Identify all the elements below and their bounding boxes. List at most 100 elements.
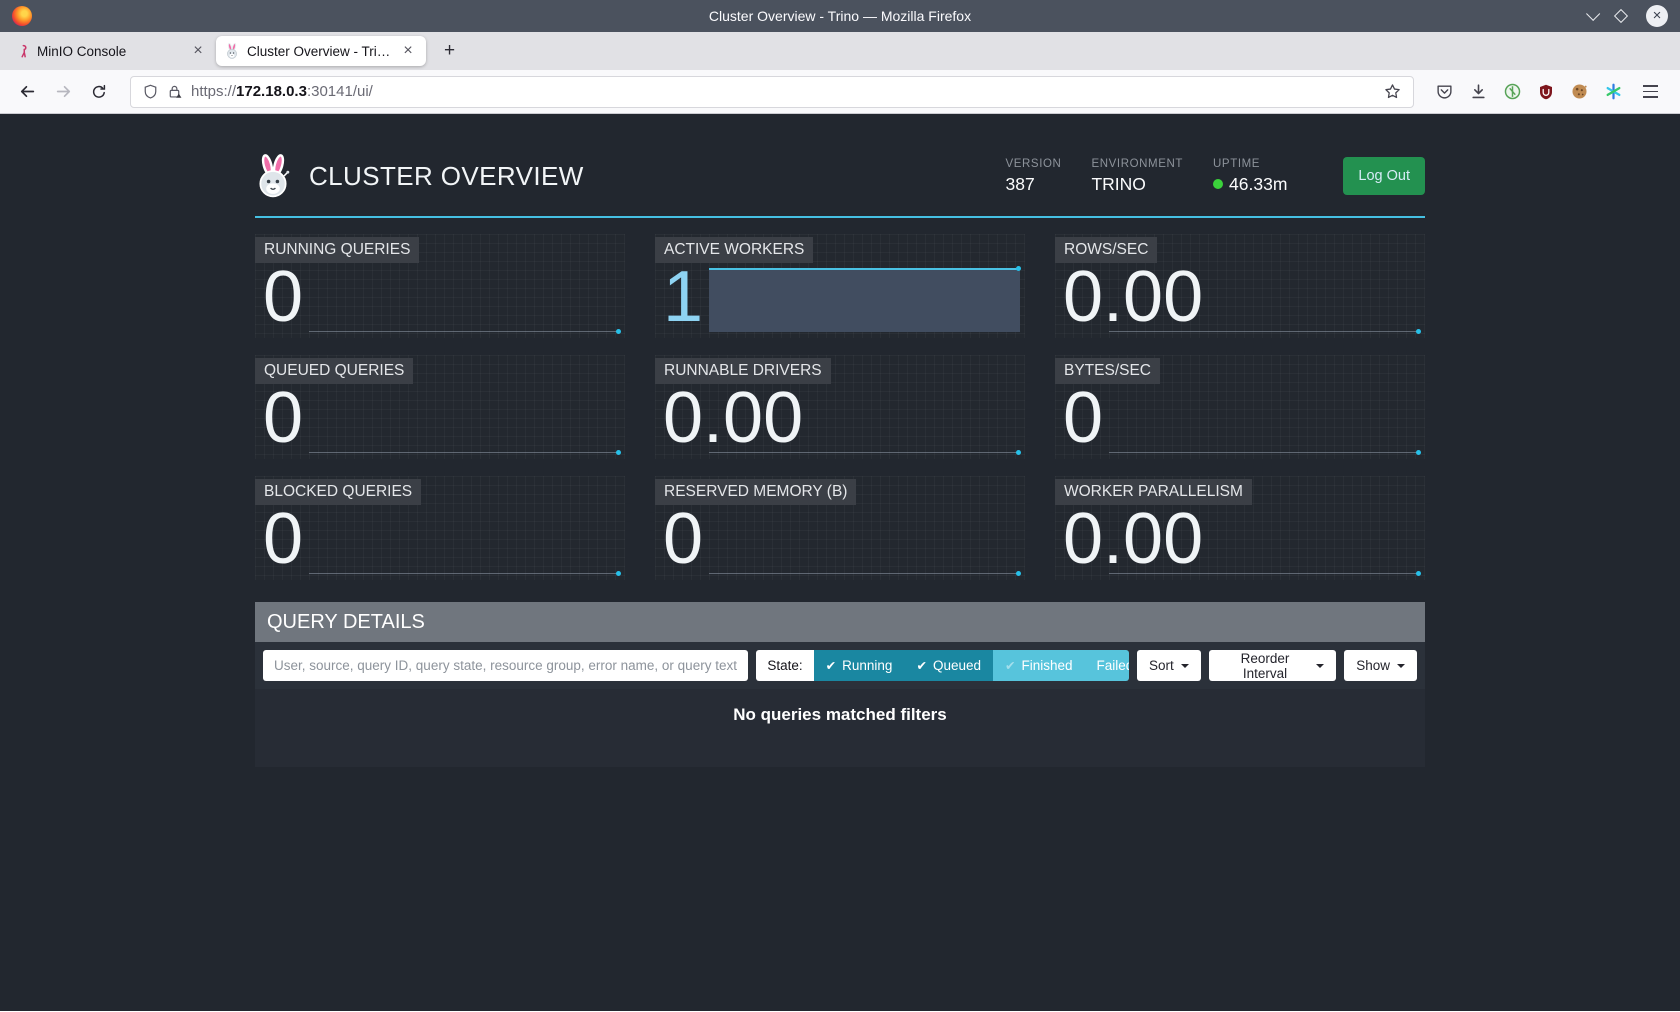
tab-label: Cluster Overview - Trino xyxy=(247,44,391,59)
check-icon xyxy=(1005,658,1015,673)
sparkline xyxy=(309,452,620,453)
stat-value: 0.00 xyxy=(1063,506,1203,572)
window-title: Cluster Overview - Trino — Mozilla Firef… xyxy=(0,8,1680,24)
tracking-shield-icon[interactable] xyxy=(143,84,158,99)
stat-value: 0 xyxy=(263,264,303,330)
state-filter-running[interactable]: Running xyxy=(814,650,905,681)
version-block: VERSION 387 xyxy=(1005,158,1061,195)
sort-dropdown[interactable]: Sort xyxy=(1137,650,1201,681)
stat-value: 0.00 xyxy=(1063,264,1203,330)
sparkline-area xyxy=(709,268,1020,332)
show-dropdown[interactable]: Show xyxy=(1344,650,1417,681)
tab-bar: MinIO Console Cluster Overview - Trino xyxy=(0,32,1680,70)
extension-strip xyxy=(1430,81,1668,101)
query-details-title: QUERY DETAILS xyxy=(255,602,1425,642)
chevron-down-icon xyxy=(1181,664,1189,668)
environment-block: ENVIRONMENT TRINO xyxy=(1091,158,1183,195)
url-text: https://172.18.0.3:30141/ui/ xyxy=(191,83,373,100)
green-extension-icon[interactable] xyxy=(1504,83,1521,100)
pocket-icon[interactable] xyxy=(1436,83,1453,100)
stat-card-blocked-queries: BLOCKED QUERIES 0 xyxy=(255,476,625,580)
environment-value: TRINO xyxy=(1091,174,1183,195)
sparkline xyxy=(1109,573,1420,574)
sparkline-dot xyxy=(1416,329,1421,334)
chevron-down-icon xyxy=(1397,664,1405,668)
state-filter-failed-dropdown[interactable]: Failed xyxy=(1085,650,1130,681)
page-title: CLUSTER OVERVIEW xyxy=(309,161,584,192)
tab-close-icon[interactable] xyxy=(399,42,417,60)
tab-cluster-overview[interactable]: Cluster Overview - Trino xyxy=(216,36,426,66)
query-filter-toolbar: State: Running Queued Finished Faile xyxy=(255,642,1425,689)
sparkline-dot xyxy=(1416,571,1421,576)
sparkline-dot xyxy=(616,450,621,455)
colorful-asterisk-icon[interactable] xyxy=(1605,83,1622,100)
bookmark-star-icon[interactable] xyxy=(1384,83,1401,100)
connection-lock-icon[interactable] xyxy=(167,84,182,99)
check-icon xyxy=(916,658,926,673)
check-icon xyxy=(826,658,836,673)
stat-card-runnable-drivers: RUNNABLE DRIVERS 0.00 xyxy=(655,355,1025,459)
stat-card-bytes-sec: BYTES/SEC 0 xyxy=(1055,355,1425,459)
menu-hamburger-icon[interactable] xyxy=(1639,81,1662,101)
ublock-shield-icon[interactable] xyxy=(1538,84,1554,100)
sparkline xyxy=(309,573,620,574)
url-bar[interactable]: https://172.18.0.3:30141/ui/ xyxy=(130,76,1414,108)
state-filter-group: State: Running Queued Finished Faile xyxy=(756,650,1129,681)
window-close-button[interactable] xyxy=(1646,5,1668,27)
download-icon[interactable] xyxy=(1470,83,1487,100)
state-filter-finished[interactable]: Finished xyxy=(993,650,1085,681)
stat-value: 0 xyxy=(263,385,303,451)
stat-card-running-queries: RUNNING QUERIES 0 xyxy=(255,234,625,338)
sparkline xyxy=(309,331,620,332)
minio-flamingo-icon xyxy=(15,44,29,58)
empty-queries-message: No queries matched filters xyxy=(255,705,1425,725)
version-label: VERSION xyxy=(1005,158,1061,170)
sparkline xyxy=(709,452,1020,453)
stat-value: 0 xyxy=(263,506,303,572)
sparkline xyxy=(1109,452,1420,453)
tab-close-icon[interactable] xyxy=(189,42,207,60)
navigation-toolbar: https://172.18.0.3:30141/ui/ xyxy=(0,70,1680,114)
maximize-diamond-icon[interactable] xyxy=(1614,9,1628,23)
query-details-section: QUERY DETAILS State: Running Queued xyxy=(255,602,1425,767)
uptime-block: UPTIME 46.33m xyxy=(1213,158,1287,195)
version-value: 387 xyxy=(1005,174,1061,195)
trino-bunny-logo xyxy=(255,154,291,198)
window-titlebar: Cluster Overview - Trino — Mozilla Firef… xyxy=(0,0,1680,32)
environment-label: ENVIRONMENT xyxy=(1091,158,1183,170)
sparkline-dot xyxy=(616,329,621,334)
query-search-input[interactable] xyxy=(263,650,748,681)
sparkline-dot xyxy=(1016,571,1021,576)
cookie-icon[interactable] xyxy=(1571,83,1588,100)
stat-value-link[interactable]: 1 xyxy=(663,264,703,330)
trino-bunny-favicon xyxy=(225,43,239,59)
stat-card-active-workers: ACTIVE WORKERS 1 xyxy=(655,234,1025,338)
back-button[interactable] xyxy=(12,77,42,107)
forward-button[interactable] xyxy=(48,77,78,107)
stats-grid: RUNNING QUERIES 0 ACTIVE WORKERS 1 ROWS/… xyxy=(255,234,1425,580)
logout-button[interactable]: Log Out xyxy=(1343,157,1425,195)
stat-card-worker-parallelism: WORKER PARALLELISM 0.00 xyxy=(1055,476,1425,580)
sparkline xyxy=(1109,331,1420,332)
stat-card-rows-sec: ROWS/SEC 0.00 xyxy=(1055,234,1425,338)
tab-label: MinIO Console xyxy=(37,44,181,59)
reorder-interval-dropdown[interactable]: Reorder Interval xyxy=(1209,650,1336,681)
uptime-value: 46.33m xyxy=(1229,174,1287,195)
state-filter-queued[interactable]: Queued xyxy=(904,650,993,681)
query-list-panel: No queries matched filters xyxy=(255,689,1425,767)
stat-card-queued-queries: QUEUED QUERIES 0 xyxy=(255,355,625,459)
sparkline-dot xyxy=(1416,450,1421,455)
uptime-label: UPTIME xyxy=(1213,158,1287,170)
sparkline-dot xyxy=(1016,450,1021,455)
stat-value: 0 xyxy=(1063,385,1103,451)
trino-page: CLUSTER OVERVIEW VERSION 387 ENVIRONMENT… xyxy=(0,114,1680,1011)
stat-value: 0.00 xyxy=(663,385,803,451)
page-header: CLUSTER OVERVIEW VERSION 387 ENVIRONMENT… xyxy=(255,142,1425,218)
reload-button[interactable] xyxy=(84,77,114,107)
stat-value: 0 xyxy=(663,506,703,572)
new-tab-button[interactable] xyxy=(436,40,463,62)
tab-minio-console[interactable]: MinIO Console xyxy=(6,36,216,66)
sparkline-dot xyxy=(1016,266,1021,271)
sparkline xyxy=(709,573,1020,574)
minimize-chevron-icon[interactable] xyxy=(1586,7,1600,21)
